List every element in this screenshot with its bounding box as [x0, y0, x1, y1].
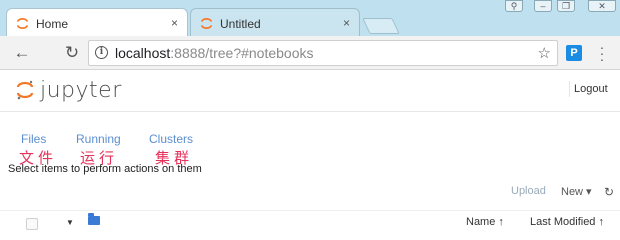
jupyter-favicon-icon — [17, 18, 28, 29]
logout-button[interactable]: Logout — [569, 81, 612, 97]
jupyter-page: jupyter Logout Files Running Clusters 文件… — [0, 70, 620, 230]
info-icon[interactable]: i — [95, 46, 108, 59]
tab-home[interactable]: Home × — [6, 8, 188, 38]
profile-icon[interactable]: ⚲ — [505, 0, 523, 12]
url-host: localhost — [115, 45, 171, 61]
tab-title: Untitled — [220, 17, 261, 31]
tab-clusters[interactable]: Clusters — [149, 132, 193, 146]
url-path: :8888/tree?#notebooks — [170, 45, 314, 61]
refresh-icon[interactable]: ↻ — [604, 185, 614, 199]
tab-untitled[interactable]: Untitled × — [190, 8, 360, 38]
upload-button[interactable]: Upload — [511, 185, 546, 197]
sort-by-last-modified-button[interactable]: Last Modified ↑ — [530, 216, 604, 228]
back-arrow-icon[interactable]: ← — [12, 43, 32, 63]
close-window-icon[interactable]: ✕ — [588, 0, 616, 12]
header-divider — [0, 111, 620, 112]
tab-files[interactable]: Files — [21, 132, 46, 146]
restore-window-icon[interactable]: ❐ — [557, 0, 575, 12]
jupyter-wordmark: jupyter — [40, 78, 122, 103]
select-all-checkbox[interactable] — [26, 218, 38, 230]
close-tab-icon[interactable]: × — [171, 16, 178, 30]
new-tab-button[interactable] — [362, 18, 400, 34]
browser-tab-strip: Home × Untitled × ⚲ – ❐ ✕ — [0, 0, 620, 38]
browser-menu-icon[interactable]: · · · — [597, 40, 607, 66]
tab-title: Home — [36, 17, 69, 31]
tab-running[interactable]: Running — [76, 132, 121, 146]
selection-hint: Select items to perform actions on them — [8, 163, 202, 175]
reload-icon[interactable]: ↻ — [62, 43, 82, 63]
minimize-window-icon[interactable]: – — [534, 0, 552, 12]
jupyter-favicon-icon — [201, 18, 212, 29]
file-list-header: ▼ Name ↑ Last Modified ↑ — [0, 210, 620, 230]
selection-dropdown-caret-icon[interactable]: ▼ — [66, 218, 74, 227]
folder-icon — [88, 213, 100, 225]
jupyter-logo-icon — [16, 80, 34, 100]
address-bar[interactable]: i localhost:8888/tree?#notebooks ☆ — [88, 40, 558, 66]
sort-by-name-button[interactable]: Name ↑ — [466, 216, 504, 228]
close-tab-icon[interactable]: × — [343, 16, 350, 30]
browser-toolbar: ← ↻ i localhost:8888/tree?#notebooks ☆ P… — [0, 36, 620, 70]
new-dropdown-button[interactable]: New ▾ — [561, 185, 592, 198]
extension-p-icon[interactable]: P — [566, 45, 582, 61]
address-url: localhost:8888/tree?#notebooks — [115, 45, 314, 61]
bookmark-star-icon[interactable]: ☆ — [538, 44, 551, 62]
